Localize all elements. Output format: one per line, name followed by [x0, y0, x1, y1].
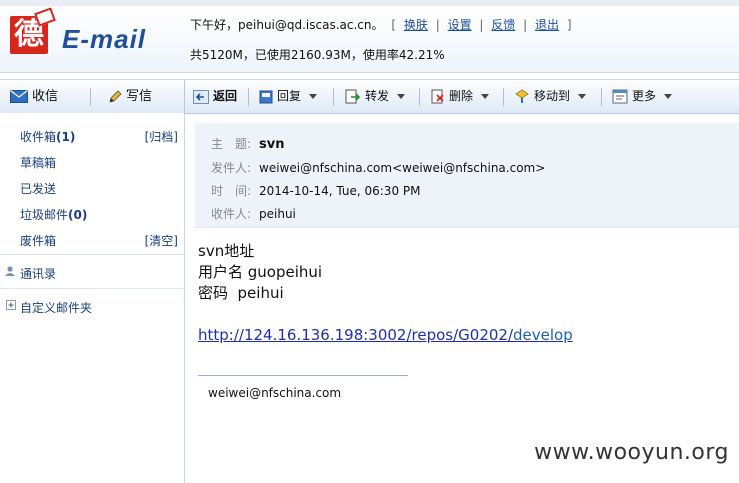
to-label: 收件人: [211, 207, 252, 221]
envelope-icon [10, 90, 28, 103]
link-settings[interactable]: 设置 [448, 18, 472, 32]
forward-button[interactable]: 转发 [345, 80, 406, 113]
signature: weiwei@nfschina.com [208, 386, 342, 400]
watermark: www.wooyun.org [534, 440, 729, 465]
from-row: 发件人: weiwei@nfschina.com<weiwei@nfschina.… [211, 159, 545, 176]
repo-link-tail: develop [513, 326, 573, 344]
delete-icon [431, 89, 444, 104]
sidebar-item-drafts[interactable]: 草稿箱 [20, 154, 56, 171]
contacts-icon [5, 266, 15, 276]
subject-label: 主 题: [211, 137, 252, 151]
back-label: 返回 [213, 89, 238, 103]
compose-button[interactable]: 写信 [108, 80, 152, 113]
repo-link[interactable]: http://124.16.136.198:3002/repos/G0202/d… [198, 326, 573, 344]
more-dropdown-icon[interactable] [664, 94, 673, 99]
to-row: 收件人: peihui [211, 205, 296, 222]
reply-icon [259, 90, 273, 103]
greeting-bar: 下午好，peihui@qd.iscas.ac.cn。 [ 换肤 | 设置 | 反… [190, 18, 572, 32]
delete-dropdown-icon[interactable] [481, 94, 490, 99]
inbox-folder-label: 收件箱 [20, 130, 57, 144]
time-row: 时 间: 2014-10-14, Tue, 06:30 PM [211, 182, 420, 199]
body-line: 密码 peihui [198, 284, 284, 302]
sidebar-item-inbox[interactable]: 收件箱(1) [20, 128, 75, 145]
more-icon [612, 89, 628, 104]
more-button[interactable]: 更多 [612, 80, 673, 113]
move-dropdown-icon[interactable] [578, 94, 587, 99]
divider [333, 88, 334, 106]
signature-divider [198, 375, 408, 376]
divider [0, 288, 184, 289]
body-line: 用户名 guopeihui [198, 263, 323, 281]
reply-label: 回复 [277, 89, 302, 103]
time-value: 2014-10-14, Tue, 06:30 PM [259, 184, 421, 198]
greeting-text: 下午好，peihui@qd.iscas.ac.cn。 [190, 18, 384, 32]
time-label: 时 间: [211, 184, 252, 198]
to-value[interactable]: peihui [259, 207, 296, 221]
from-label: 发件人: [211, 161, 252, 175]
move-to-label: 移动到 [534, 89, 571, 103]
envelope-corner [34, 7, 56, 27]
link-feedback[interactable]: 反馈 [491, 18, 515, 32]
empty-trash-link[interactable]: [清空] [145, 232, 178, 249]
panel-divider [184, 80, 185, 113]
body-line: svn地址 [198, 242, 255, 260]
back-arrow-icon [193, 89, 209, 104]
message-header: 主 题: svn 发件人: weiwei@nfschina.com<weiwei@n… [195, 123, 739, 228]
junk-folder-label: 垃圾邮件 [20, 208, 69, 222]
sidebar-item-sent[interactable]: 已发送 [20, 180, 56, 197]
pencil-icon [109, 89, 122, 103]
divider [0, 254, 184, 255]
compose-label: 写信 [126, 89, 153, 104]
forward-dropdown-icon[interactable] [397, 94, 406, 99]
expand-plus-icon[interactable] [6, 300, 16, 310]
message-body: svn地址 用户名 guopeihui 密码 peihui [198, 241, 322, 304]
delete-button[interactable]: 删除 [431, 80, 490, 113]
logo-icon: 德 [10, 7, 56, 54]
sidebar: 收件箱(1) [归档] 草稿箱 已发送 垃圾邮件(0) 废件箱 [清空] 通讯录… [0, 113, 185, 483]
divider [419, 88, 420, 106]
move-to-button[interactable]: 移动到 [514, 80, 587, 113]
reply-dropdown-icon[interactable] [309, 94, 318, 99]
quota-text: 共5120M，已使用2160.93M，使用率42.21% [190, 48, 445, 62]
subject-row: 主 题: svn [211, 135, 284, 152]
toolbar: 收信 写信 返回 回复 转发 删除 移动到 更多 [0, 79, 739, 114]
logo-text: E-mail [62, 24, 147, 54]
divider [601, 88, 602, 106]
forward-label: 转发 [365, 89, 390, 103]
back-button[interactable]: 返回 [193, 80, 237, 113]
inbox-label: 收信 [32, 89, 59, 104]
sidebar-item-trash[interactable]: 废件箱 [20, 232, 56, 249]
app-header: 德 E-mail 下午好，peihui@qd.iscas.ac.cn。 [ 换肤… [0, 6, 739, 73]
more-label: 更多 [632, 89, 657, 103]
divider [503, 88, 504, 106]
from-value[interactable]: weiwei@nfschina.com<weiwei@nfschina.com> [259, 161, 545, 175]
reply-button[interactable]: 回复 [259, 80, 318, 113]
forward-icon [345, 89, 361, 104]
sidebar-item-contacts[interactable]: 通讯录 [20, 265, 56, 282]
repo-link-main: http://124.16.136.198:3002/repos/G0202/ [198, 326, 513, 344]
move-folder-icon [515, 89, 529, 103]
link-logout[interactable]: 退出 [535, 18, 559, 32]
divider [248, 88, 249, 106]
inbox-button[interactable]: 收信 [10, 80, 58, 113]
divider [90, 88, 91, 106]
link-skin[interactable]: 换肤 [404, 18, 428, 32]
delete-label: 删除 [449, 89, 474, 103]
junk-count: (0) [68, 208, 88, 222]
inbox-count: (1) [56, 130, 76, 144]
sidebar-item-junk[interactable]: 垃圾邮件(0) [20, 206, 87, 223]
subject-value: svn [259, 137, 285, 152]
archive-link[interactable]: [归档] [145, 128, 178, 145]
sidebar-item-custom-folders[interactable]: 自定义邮件夹 [20, 299, 92, 316]
